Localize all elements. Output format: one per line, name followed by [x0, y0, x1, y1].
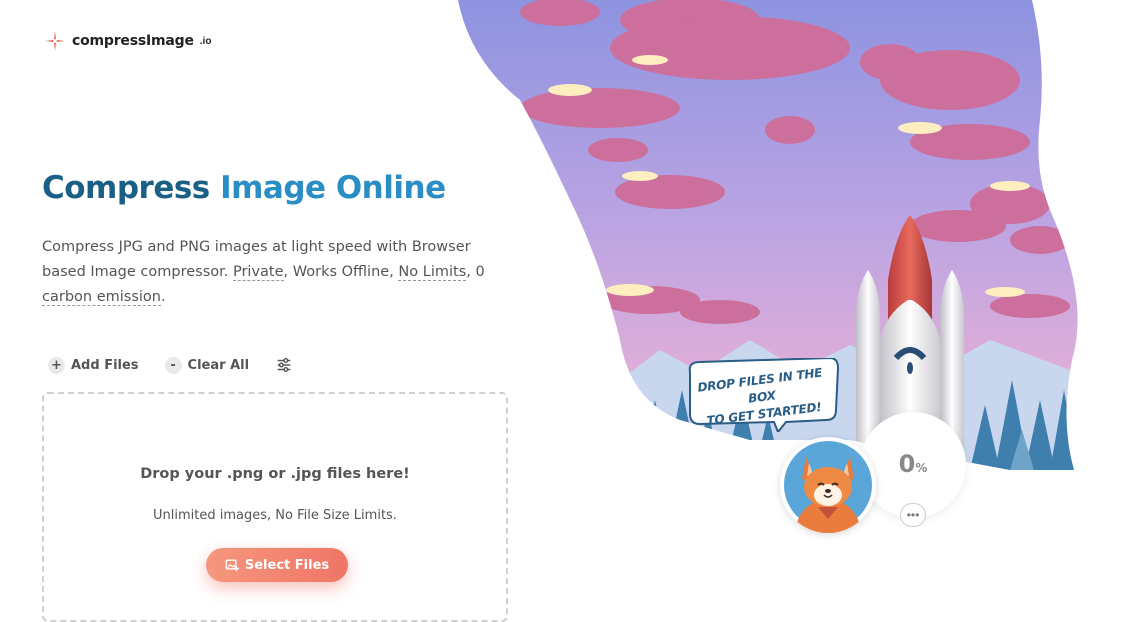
add-files-label: Add Files	[71, 357, 139, 373]
title-part-1: Compress	[42, 170, 221, 206]
progress-readout: 0%	[860, 450, 966, 478]
drop-zone-subtitle: Unlimited images, No File Size Limits.	[153, 508, 397, 523]
mascot-avatar	[780, 437, 876, 533]
plus-icon: +	[48, 356, 65, 374]
sliders-icon[interactable]	[275, 356, 293, 374]
minus-icon: -	[164, 356, 182, 374]
logo-tld: .io	[199, 35, 212, 47]
sparkle-icon	[44, 30, 66, 52]
clear-all-label: Clear All	[187, 357, 250, 373]
file-toolbar: + Add Files - Clear All	[48, 356, 293, 374]
add-files-button[interactable]: + Add Files	[48, 356, 139, 374]
page-description: Compress JPG and PNG images at light spe…	[42, 235, 512, 310]
select-files-label: Select Files	[244, 557, 330, 573]
file-drop-zone[interactable]: Drop your .png or .jpg files here! Unlim…	[42, 392, 508, 622]
link-private[interactable]: Private	[232, 264, 284, 281]
page-title: Compress Image Online	[42, 170, 446, 206]
progress-value: 0	[898, 450, 916, 478]
clear-all-button[interactable]: - Clear All	[164, 356, 250, 374]
desc-text-2: , Works Offline,	[283, 264, 399, 280]
link-carbon-emission[interactable]: carbon emission	[42, 289, 161, 306]
title-part-2: Image Online	[220, 170, 446, 206]
logo[interactable]: compressImage .io	[44, 30, 211, 52]
logo-name: compressImage	[72, 33, 194, 49]
progress-unit: %	[915, 461, 928, 475]
drop-zone-title: Drop your .png or .jpg files here!	[140, 466, 410, 482]
hero-illustration: DROP FILES IN THE BOX TO GET STARTED! 0%…	[450, 0, 1126, 600]
desc-text-4: .	[160, 289, 166, 305]
corgi-mascot-icon	[784, 441, 872, 533]
image-add-icon	[225, 559, 239, 572]
select-files-button[interactable]: Select Files	[206, 548, 348, 582]
more-options-button[interactable]: •••	[900, 503, 926, 527]
